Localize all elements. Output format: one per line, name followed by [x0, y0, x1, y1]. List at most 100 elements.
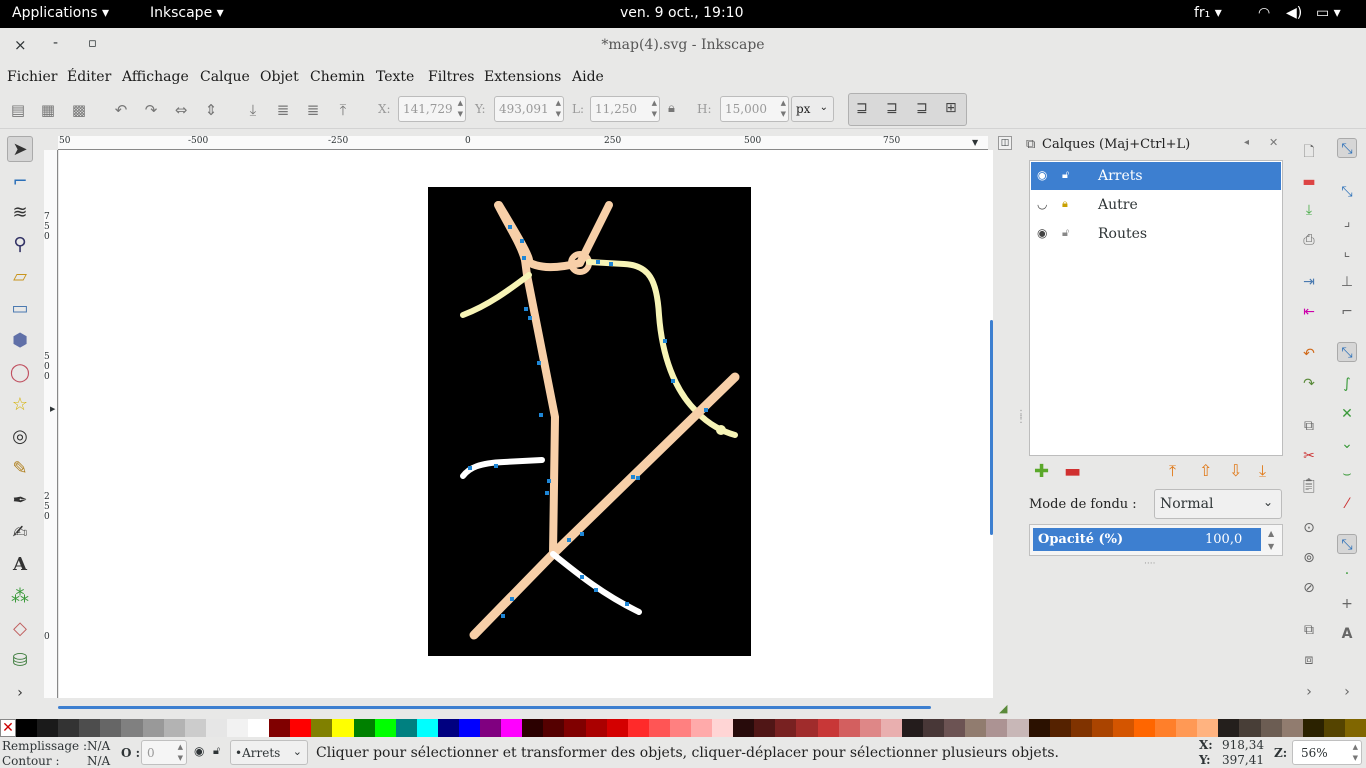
redo-icon[interactable]: ↷ [1299, 374, 1319, 394]
raise-to-top-icon[interactable]: ⤒ [334, 101, 352, 119]
color-swatch[interactable] [501, 719, 523, 737]
lower-layer-icon[interactable]: ⇩ [1229, 461, 1242, 480]
current-layer-select[interactable]: •Arrets ⌄ [230, 740, 308, 765]
menu-texte[interactable]: Texte [376, 69, 414, 85]
x-input[interactable]: 141,729 ▲ ▼ [398, 96, 466, 122]
snap-smooth-icon[interactable]: ⌣ [1337, 464, 1357, 484]
stop-marker[interactable] [528, 316, 532, 320]
stop-marker[interactable] [594, 588, 598, 592]
fill-value[interactable]: N/A [87, 739, 110, 753]
lock-closed-icon[interactable]: 🔒︎ [1062, 197, 1068, 211]
export-icon[interactable]: ⇤ [1299, 302, 1319, 322]
wifi-icon[interactable]: ◠ [1258, 5, 1270, 21]
select-all-icon[interactable]: ▤ [9, 101, 27, 119]
spin-arrows-icon[interactable]: ▲ ▼ [781, 98, 786, 120]
rotate-cw-icon[interactable]: ↷ [142, 101, 160, 119]
stop-marker[interactable] [468, 466, 472, 470]
snap-text-baseline-icon[interactable]: A [1337, 624, 1357, 644]
tweak-tool-icon[interactable]: ≋ [7, 200, 33, 226]
opacity-slider[interactable]: Opacité (%) 100,0 ▲ ▼ [1029, 524, 1283, 556]
color-swatch[interactable] [733, 719, 755, 737]
stop-marker[interactable] [508, 225, 512, 229]
h-input[interactable]: 15,000 ▲ ▼ [720, 96, 789, 122]
dock-resize-icon[interactable]: ···· [1144, 559, 1155, 569]
object-opacity-input[interactable]: 0 ▲ ▼ [141, 740, 187, 765]
spin-arrows-icon[interactable]: ▲ ▼ [178, 742, 183, 764]
color-swatch[interactable] [986, 719, 1008, 737]
menu-affichage[interactable]: Affichage [122, 69, 189, 85]
lower-to-bottom-icon[interactable]: ⤓ [244, 101, 262, 119]
color-swatch[interactable] [817, 719, 839, 737]
more-commands-chevron-icon[interactable]: › [1299, 682, 1319, 702]
snap-intersection-icon[interactable]: ✕ [1337, 404, 1357, 424]
stop-marker[interactable] [609, 262, 613, 266]
snap-bbox-corner-icon[interactable]: ⌞ [1337, 242, 1357, 262]
color-swatch[interactable] [564, 719, 586, 737]
layer-to-bottom-icon[interactable]: ⤓ [1259, 461, 1266, 481]
horizontal-scrollbar[interactable] [58, 706, 931, 709]
scale-corners-icon[interactable]: ⊒ [886, 100, 898, 116]
stop-marker[interactable] [547, 479, 551, 483]
color-swatch[interactable] [880, 719, 902, 737]
menu-fichier[interactable]: Fichier [7, 69, 58, 85]
clock[interactable]: ven. 9 oct., 19:10 [620, 5, 743, 21]
layer-to-top-icon[interactable]: ⤒ [1169, 461, 1176, 481]
color-swatch[interactable] [142, 719, 164, 737]
color-swatch[interactable] [1091, 719, 1113, 737]
color-swatch[interactable] [1197, 719, 1219, 737]
color-swatch[interactable] [1344, 719, 1366, 737]
add-layer-icon[interactable]: ✚ [1034, 461, 1049, 482]
color-swatch[interactable] [353, 719, 375, 737]
color-swatch[interactable] [923, 719, 945, 737]
color-swatch[interactable] [58, 719, 80, 737]
unit-select[interactable]: px ⌄ [791, 96, 834, 122]
eraser-tool-icon[interactable]: ◇ [7, 616, 33, 642]
layer-name[interactable]: Arrets [1098, 168, 1143, 184]
clone-icon[interactable]: ⧈ [1299, 650, 1319, 670]
color-swatch[interactable] [226, 719, 249, 737]
open-icon[interactable]: ▬ [1299, 172, 1319, 192]
color-swatch[interactable] [480, 719, 502, 737]
color-swatch[interactable] [79, 719, 101, 737]
blend-mode-select[interactable]: Normal ⌄ [1154, 489, 1282, 519]
select-all-layers-icon[interactable]: ▦ [39, 101, 57, 119]
menu-chemin[interactable]: Chemin [310, 69, 365, 85]
color-swatch[interactable] [311, 719, 333, 737]
star-tool-icon[interactable]: ☆ [7, 392, 33, 418]
pencil-tool-icon[interactable]: ✎ [7, 456, 33, 482]
snap-bbox-icon[interactable]: ⤡ [1337, 182, 1357, 202]
layer-row-arrets[interactable]: ◉ 🔓︎ Arrets [1031, 162, 1281, 190]
stop-marker[interactable] [539, 413, 543, 417]
spin-arrows-icon[interactable]: ▲ ▼ [652, 98, 657, 120]
snap-toggle-icon[interactable]: ⤡ [1337, 138, 1357, 158]
stop-marker[interactable] [522, 256, 526, 260]
stop-marker[interactable] [520, 239, 524, 243]
flip-vertical-icon[interactable]: ⇕ [202, 101, 220, 119]
more-snap-chevron-icon[interactable]: › [1337, 682, 1357, 702]
color-swatch[interactable] [712, 719, 734, 737]
snap-bbox-edge-icon[interactable]: ⌟ [1337, 212, 1357, 232]
color-swatch[interactable] [648, 719, 670, 737]
stop-marker[interactable] [567, 538, 571, 542]
color-swatch[interactable] [627, 719, 649, 737]
layer-name[interactable]: Routes [1098, 226, 1147, 242]
eye-icon[interactable]: ◉ [1037, 226, 1047, 240]
horizontal-ruler[interactable]: 50 -500 -250 0 250 500 750 ▼ [58, 136, 988, 150]
print-icon[interactable]: ⎙ [1299, 230, 1319, 250]
resize-grip-icon[interactable]: ◢ [999, 702, 1007, 715]
color-swatch[interactable] [437, 719, 459, 737]
layer-row-autre[interactable]: ◡ 🔒︎ Autre [1031, 191, 1281, 219]
battery-icon[interactable]: ▭ ▾ [1316, 5, 1341, 21]
color-swatch[interactable] [1007, 719, 1029, 737]
snap-rotation-center-icon[interactable]: + [1337, 594, 1357, 614]
stop-marker[interactable] [580, 532, 584, 536]
color-swatch[interactable] [1218, 719, 1240, 737]
menu-objet[interactable]: Objet [260, 69, 299, 85]
duplicate-icon[interactable]: ⧉ [1299, 620, 1319, 640]
color-swatch[interactable] [416, 719, 438, 737]
spin-arrows-icon[interactable]: ▲ ▼ [556, 98, 561, 120]
snap-bbox-center-icon[interactable]: ⌐ [1337, 302, 1357, 322]
move-patterns-icon[interactable]: ⊞ [945, 100, 957, 116]
eye-closed-icon[interactable]: ◡ [1037, 197, 1047, 211]
color-swatch[interactable] [121, 719, 143, 737]
